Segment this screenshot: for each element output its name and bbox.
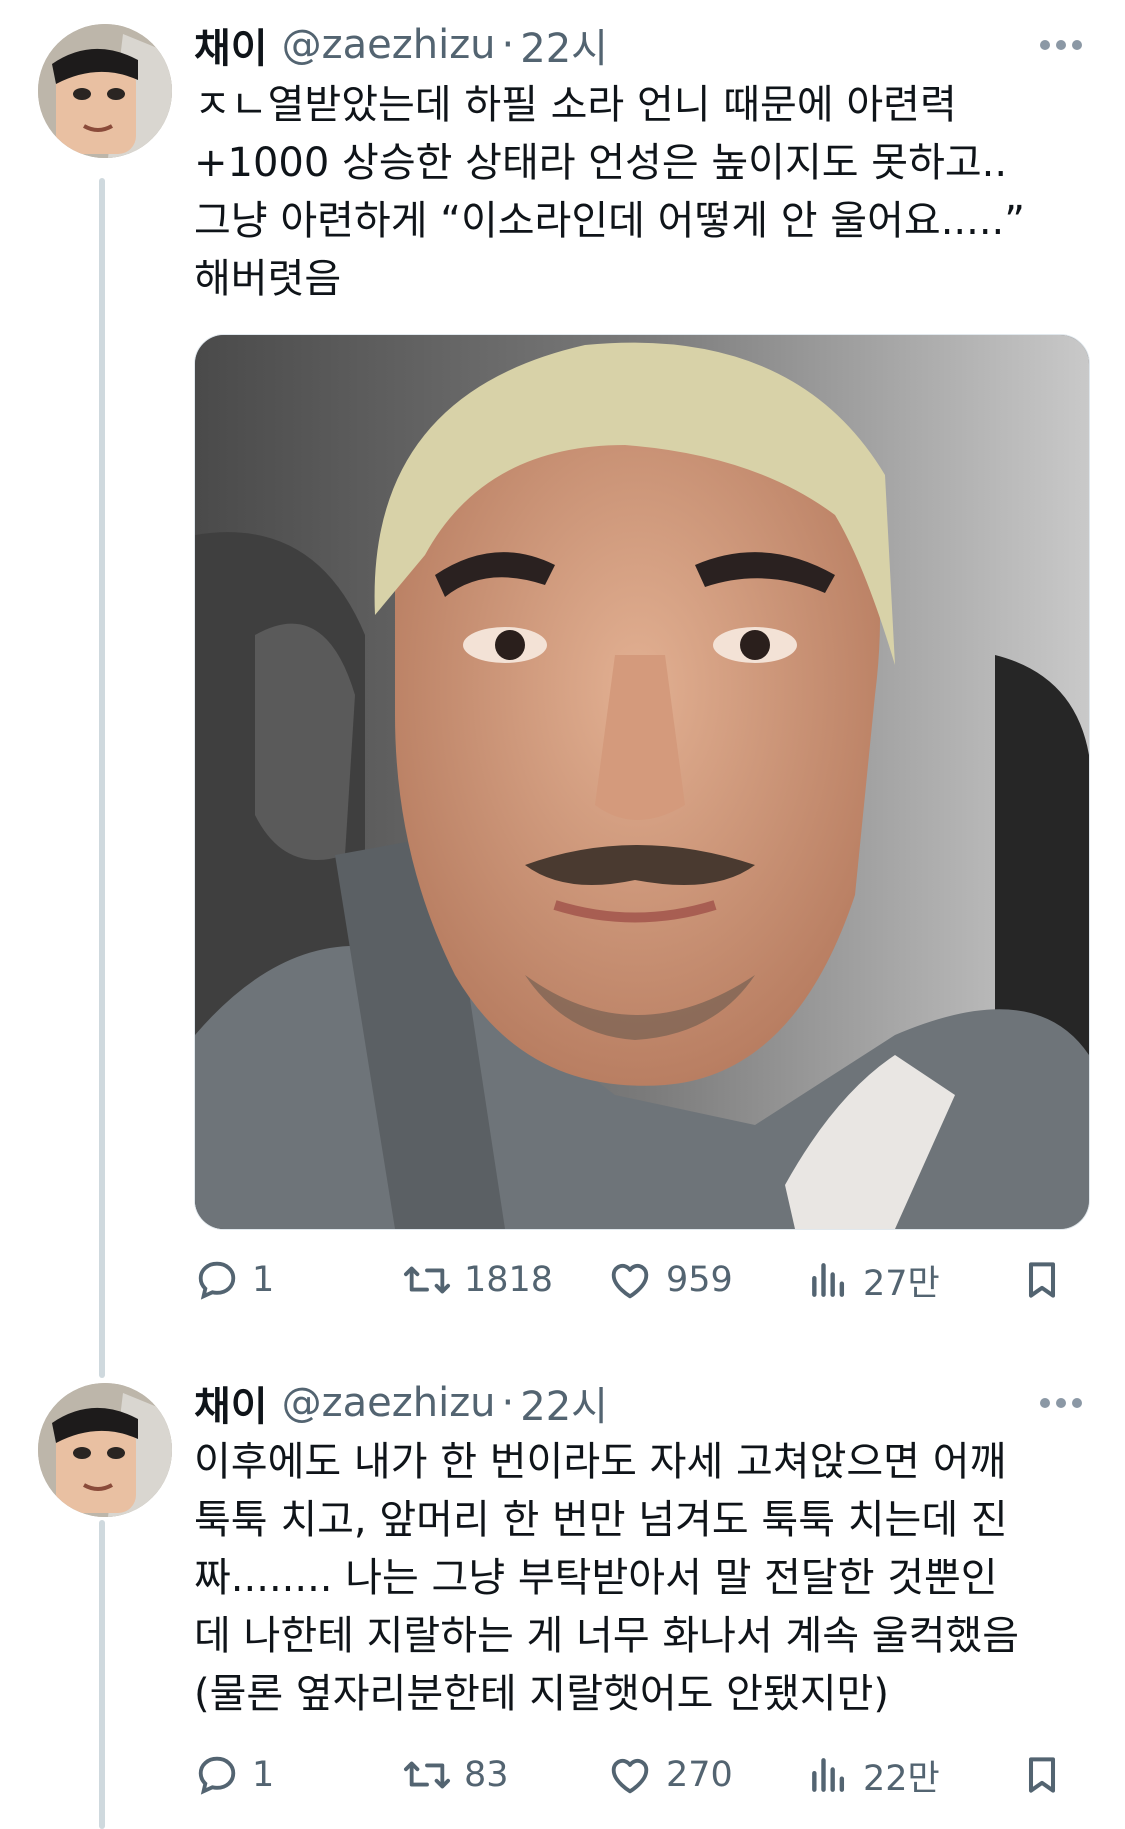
retweet-count: 1818 <box>464 1260 554 1300</box>
timestamp[interactable]: 22시 <box>520 16 608 74</box>
views-count: 22만 <box>863 1758 940 1799</box>
like-count: 959 <box>666 1260 733 1300</box>
retweet-button[interactable]: 83 <box>402 1750 509 1800</box>
thread-line <box>99 178 105 1378</box>
timestamp[interactable]: 22시 <box>520 1374 608 1432</box>
display-name[interactable]: 채이 <box>194 1374 268 1432</box>
views-button[interactable]: 22만 <box>807 1750 940 1800</box>
tweet-photo[interactable] <box>194 334 1090 1230</box>
reply-count: 1 <box>252 1260 275 1300</box>
like-button[interactable]: 270 <box>606 1750 733 1800</box>
reply-button[interactable]: 1 <box>194 1750 274 1800</box>
more-icon[interactable] <box>1040 35 1082 55</box>
retweet-icon <box>403 1761 450 1789</box>
retweet-count: 83 <box>464 1755 509 1795</box>
retweet-icon <box>403 1266 450 1294</box>
tweet-text-line: 짜........ 나는 그냥 부탁받아서 말 전달한 것뿐인 <box>194 1555 998 1601</box>
photo-image <box>195 335 1089 1229</box>
tweet-text-line: 그냥 아련하게 “이소라인데 어떻게 안 울어요.....” <box>194 198 1025 244</box>
separator-dot: · <box>501 22 515 68</box>
tweet-text: 이후에도 내가 한 번이라도 자세 고쳐앉으면 어깨 툭툭 치고, 앞머리 한 … <box>194 1433 1094 1723</box>
bookmark-icon <box>1028 1757 1056 1793</box>
tweet-text-line: 툭툭 치고, 앞머리 한 번만 넘겨도 툭툭 치는데 진 <box>194 1497 1008 1543</box>
more-icon[interactable] <box>1040 1393 1082 1413</box>
separator-dot: · <box>501 1380 515 1426</box>
tweet-header: 채이 @zaezhizu · 22시 <box>194 1378 608 1430</box>
like-count: 270 <box>666 1755 733 1795</box>
avatar[interactable] <box>38 1383 172 1517</box>
tweet-actions: 1 83 270 22만 <box>194 1750 1089 1800</box>
tweet-text-line: ㅈㄴ열받았는데 하필 소라 언니 때문에 아련력 <box>194 82 957 128</box>
views-count: 27만 <box>863 1263 940 1304</box>
tweet-text-line: +1000 상승한 상태라 언성은 높이지도 못하고.. <box>194 140 1008 186</box>
retweet-button[interactable]: 1818 <box>402 1255 553 1305</box>
heart-icon <box>611 1263 649 1299</box>
heart-icon <box>611 1758 649 1794</box>
reply-icon <box>198 1756 236 1795</box>
views-button[interactable]: 27만 <box>807 1255 940 1305</box>
thread-line <box>99 1520 105 1829</box>
like-button[interactable]: 959 <box>606 1255 733 1305</box>
tweet-text-line: 데 나한테 지랄하는 게 너무 화나서 계속 울컥했음 <box>194 1613 1020 1659</box>
tweet-text-line: (물론 옆자리분한테 지랄햇어도 안됐지만) <box>194 1671 889 1717</box>
avatar[interactable] <box>38 24 172 158</box>
views-icon <box>812 1263 845 1297</box>
reply-count: 1 <box>252 1755 275 1795</box>
user-handle[interactable]: @zaezhizu <box>282 1380 496 1426</box>
tweet-text-line: 이후에도 내가 한 번이라도 자세 고쳐앉으면 어깨 <box>194 1439 1007 1485</box>
bookmark-icon <box>1028 1262 1056 1298</box>
reply-icon <box>198 1261 236 1300</box>
views-icon <box>812 1758 845 1792</box>
display-name[interactable]: 채이 <box>194 16 268 74</box>
bookmark-button[interactable] <box>1020 1750 1064 1800</box>
user-handle[interactable]: @zaezhizu <box>282 22 496 68</box>
tweet-header: 채이 @zaezhizu · 22시 <box>194 20 608 72</box>
tweet-text: ㅈㄴ열받았는데 하필 소라 언니 때문에 아련력 +1000 상승한 상태라 언… <box>194 76 1094 308</box>
bookmark-button[interactable] <box>1020 1255 1064 1305</box>
tweet-actions: 1 1818 959 27만 <box>194 1255 1089 1305</box>
tweet-text-line: 해버렷음 <box>194 256 342 302</box>
reply-button[interactable]: 1 <box>194 1255 274 1305</box>
